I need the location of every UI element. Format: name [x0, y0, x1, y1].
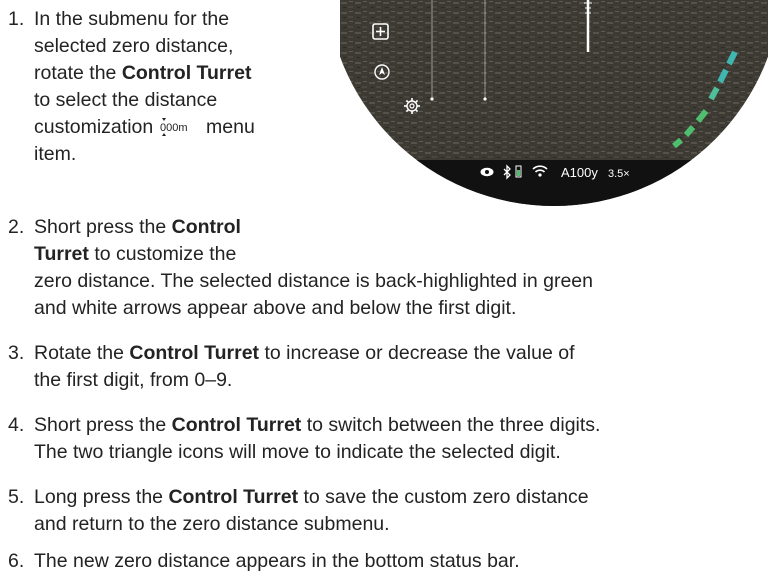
distance-icon-label: 000m [160, 122, 188, 134]
zoom-status: 3.5× [608, 168, 630, 180]
control-turret-term: Control Turret [168, 486, 299, 508]
step-4-line-1: Short press the Control Turret to switch… [34, 412, 600, 439]
reticle-dot [483, 97, 487, 101]
step-2: 2. Short press the Control Turret to cus… [8, 214, 768, 322]
step-5: 5. Long press the Control Turret to save… [8, 484, 768, 538]
step-number: 3. [8, 342, 25, 364]
step-5-line-2: and return to the zero distance submenu. [34, 513, 390, 535]
step-3-line-1: Rotate the Control Turret to increase or… [34, 340, 574, 367]
step-1-line-5: customization 000m menu [34, 114, 255, 141]
step-1-text: rotate the [34, 62, 122, 84]
step-1-text: menu [200, 116, 255, 138]
step-4: 4. Short press the Control Turret to swi… [8, 412, 768, 466]
step-1-line-2: selected zero distance, [34, 35, 234, 57]
step-3-text: Rotate the [34, 342, 130, 364]
step-3-line-2: the first digit, from 0–9. [34, 369, 233, 391]
control-turret-term: Control Turret [171, 414, 302, 436]
scope-view-image: A100y 3.5× [340, 0, 768, 206]
step-2-line-3: zero distance. The selected distance is … [34, 270, 593, 292]
step-3: 3. Rotate the Control Turret to increase… [8, 340, 768, 394]
step-2-text: to customize the [88, 243, 237, 265]
reticle-dot [430, 97, 434, 101]
step-6: 6. The new zero distance appears in the … [8, 548, 768, 575]
distance-customization-icon: 000m [159, 116, 199, 136]
control-turret-term: Control Turret [121, 62, 252, 84]
step-4-line-2: The two triangle icons will move to indi… [34, 441, 561, 463]
step-2-line-4: and white arrows appear above and below … [34, 297, 517, 319]
step-2-line-1: Short press the Control [34, 214, 241, 241]
eye-icon [480, 167, 494, 177]
step-1-line-1: In the submenu for the [34, 8, 230, 30]
step-1-line-3: rotate the Control Turret [34, 60, 251, 87]
step-number: 1. [8, 8, 25, 30]
scope-view: A100y 3.5× [340, 0, 768, 206]
step-1: 1. In the submenu for the selected zero … [8, 6, 338, 168]
step-number: 4. [8, 414, 25, 436]
step-4-text: Short press the [34, 414, 172, 436]
step-5-text: Long press the [34, 486, 169, 508]
step-5-text: to save the custom zero distance [298, 486, 589, 508]
step-2-text: Short press the [34, 216, 172, 238]
step-number: 5. [8, 486, 25, 508]
step-3-text: to increase or decrease the value of [259, 342, 575, 364]
step-1-text: customization [34, 116, 159, 138]
step-4-text: to switch between the three digits. [301, 414, 601, 436]
zero-distance-status: A100y [561, 165, 598, 180]
step-5-line-1: Long press the Control Turret to save th… [34, 484, 589, 511]
step-1-line-6: item. [34, 143, 77, 165]
control-turret-term: Turret [34, 243, 89, 265]
step-6-line-1: The new zero distance appears in the bot… [34, 550, 520, 572]
step-2-line-2: Turret to customize the [34, 241, 236, 268]
control-turret-term: Control [171, 216, 241, 238]
control-turret-term: Control Turret [129, 342, 260, 364]
step-number: 6. [8, 550, 25, 572]
step-number: 2. [8, 216, 25, 238]
step-1-line-4: to select the distance [34, 89, 218, 111]
